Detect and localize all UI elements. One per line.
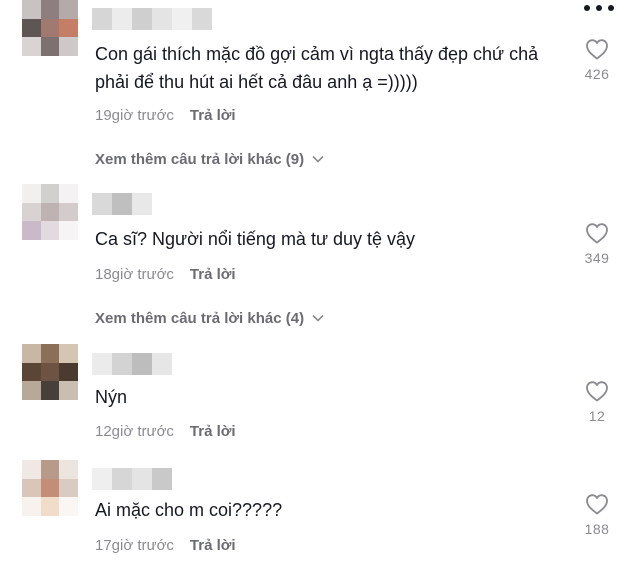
comment-time: 12giờ trước [95,422,174,440]
view-more-replies-button[interactable]: Xem thêm câu trả lời khác (9) [95,149,324,169]
like-count: 426 [584,66,610,82]
comment-text: Nýn [95,387,128,407]
comment-item: Con gái thích mặc đồ gợi cảm vì ngta thấ… [0,0,640,170]
comment-meta: 17giờ trước Trả lời [95,535,236,555]
avatar[interactable] [22,344,78,400]
username[interactable] [92,193,152,215]
reply-button[interactable]: Trả lời [190,107,236,124]
comment-time: 18giờ trước [95,265,174,283]
comment-time: 19giờ trước [95,106,174,124]
chevron-down-icon [312,314,324,322]
comment-item: Ai mặc cho m coi????? 17giờ trước Trả lờ… [0,455,640,570]
like-count: 12 [588,408,606,424]
like-button[interactable]: 188 [578,493,616,537]
avatar[interactable] [22,0,78,56]
username[interactable] [92,8,212,30]
like-button[interactable]: 349 [578,222,616,266]
view-more-label: Xem thêm câu trả lời khác (9) [95,150,305,168]
username[interactable] [92,468,172,490]
reply-button[interactable]: Trả lời [190,537,236,554]
avatar[interactable] [22,460,78,516]
comment-item: Ca sĩ? Người nổi tiếng mà tư duy tệ vậy … [0,180,640,330]
comment-text: Ca sĩ? Người nổi tiếng mà tư duy tệ vậy [95,229,416,249]
like-count: 349 [584,250,610,266]
avatar[interactable] [22,184,78,240]
like-count: 188 [584,521,610,537]
like-button[interactable]: 12 [578,380,616,424]
comment-meta: 19giờ trước Trả lời [95,105,236,125]
like-button[interactable]: 426 [578,38,616,82]
comment-text: Con gái thích mặc đồ gợi cảm vì ngta thấ… [95,44,539,92]
reply-button[interactable]: Trả lời [190,423,236,440]
view-more-replies-button[interactable]: Xem thêm câu trả lời khác (4) [95,308,324,328]
heart-outline-icon[interactable] [585,380,609,402]
comment-time: 17giờ trước [95,536,174,554]
heart-outline-icon[interactable] [585,493,609,515]
chevron-down-icon [312,155,324,163]
reply-button[interactable]: Trả lời [190,266,236,283]
comment-meta: 12giờ trước Trả lời [95,421,236,441]
view-more-label: Xem thêm câu trả lời khác (4) [95,309,305,327]
username[interactable] [92,353,172,375]
comment-text: Ai mặc cho m coi????? [95,500,283,520]
heart-outline-icon[interactable] [585,222,609,244]
comment-item: Nýn 12giờ trước Trả lời 12 [0,340,640,450]
comment-meta: 18giờ trước Trả lời [95,264,236,284]
heart-outline-icon[interactable] [585,38,609,60]
